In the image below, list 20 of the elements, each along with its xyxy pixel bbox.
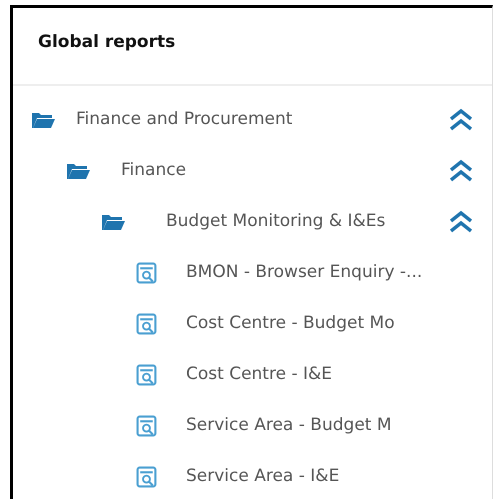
open-folder-icon (66, 162, 91, 180)
open-folder-icon (31, 110, 56, 128)
tree-item[interactable]: BMON - Browser Enquiry -... (186, 260, 422, 286)
open-folder-icon (101, 212, 126, 230)
tree-item[interactable]: Cost Centre - Budget Mo (186, 310, 395, 336)
collapse-icon[interactable] (448, 158, 474, 182)
panel-title: Global reports (13, 8, 492, 86)
tree-item[interactable]: Finance and Procurement (76, 106, 292, 132)
report-icon (136, 414, 158, 436)
collapse-icon[interactable] (448, 108, 474, 132)
report-icon (136, 466, 158, 488)
report-icon (136, 312, 158, 334)
collapse-icon[interactable] (448, 210, 474, 234)
report-icon (136, 364, 158, 386)
tree-item[interactable]: Budget Monitoring & I&Es (166, 208, 386, 234)
tree-item[interactable]: Service Area - Budget M (186, 412, 392, 438)
report-icon (136, 262, 158, 284)
tree-item[interactable]: Cost Centre - I&E (186, 362, 332, 388)
tree-item[interactable]: Service Area - I&E (186, 464, 340, 490)
tree-item[interactable]: Finance (121, 158, 186, 184)
